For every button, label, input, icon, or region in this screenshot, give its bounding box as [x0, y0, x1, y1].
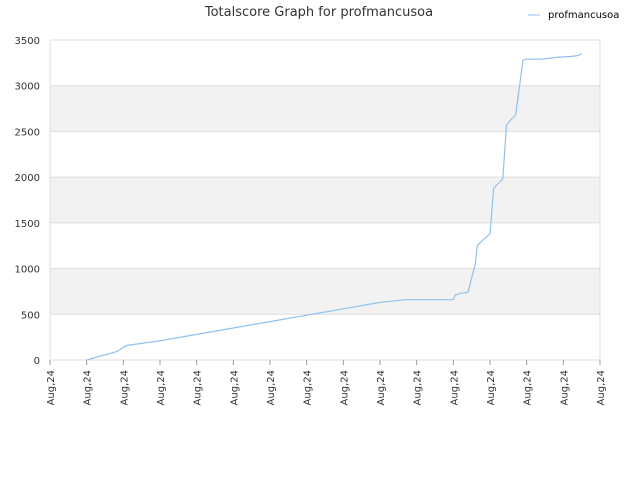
x-tick-label: Aug,24: [376, 370, 387, 405]
y-tick-label: 3000: [15, 82, 40, 93]
x-tick-label: Aug,24: [303, 370, 314, 405]
line-chart: Totalscore Graph for profmancusoa 0 500 10…: [15, 5, 620, 405]
y-tick-label: 1500: [15, 219, 40, 230]
x-tick-label: Aug,24: [266, 370, 277, 405]
legend[interactable]: profmancusoa: [528, 10, 619, 21]
grid-band: [50, 85, 600, 132]
x-tick-label: Aug,24: [559, 370, 570, 405]
x-tick-label: Aug,24: [119, 370, 130, 405]
grid-band: [50, 177, 600, 223]
y-tick-label: 2000: [15, 173, 40, 184]
y-tick-label: 3500: [15, 36, 40, 47]
y-tick-label: 500: [21, 310, 40, 321]
x-axis-ticks: Aug,24 Aug,24 Aug,24 Aug,24 Aug,24 Aug,24 Aug,…: [46, 360, 607, 405]
grid-band: [50, 268, 600, 315]
y-tick-label: 2500: [15, 127, 40, 138]
x-tick-label: Aug,24: [486, 370, 497, 405]
x-tick-label: Aug,24: [46, 370, 57, 405]
y-tick-label: 1000: [15, 265, 40, 276]
x-tick-label: Aug,24: [449, 370, 460, 405]
x-tick-label: Aug,24: [339, 370, 350, 405]
x-tick-label: Aug,24: [413, 370, 424, 405]
y-axis-ticks: 0 500 1000 1500 2000 2500 3000 3500: [15, 36, 40, 367]
x-tick-label: Aug,24: [193, 370, 204, 405]
grid-bands: [50, 85, 600, 315]
x-tick-label: Aug,24: [83, 370, 94, 405]
chart-title: Totalscore Graph for profmancusoa: [204, 5, 433, 20]
y-tick-label: 0: [34, 356, 40, 367]
x-tick-label: Aug,24: [229, 370, 240, 405]
x-tick-label: Aug,24: [523, 370, 534, 405]
legend-label-profmancusoa: profmancusoa: [548, 10, 619, 21]
x-tick-label: Aug,24: [596, 370, 607, 405]
chart-root: Totalscore Graph for profmancusoa 0 500 10…: [0, 0, 640, 480]
x-tick-label: Aug,24: [156, 370, 167, 405]
